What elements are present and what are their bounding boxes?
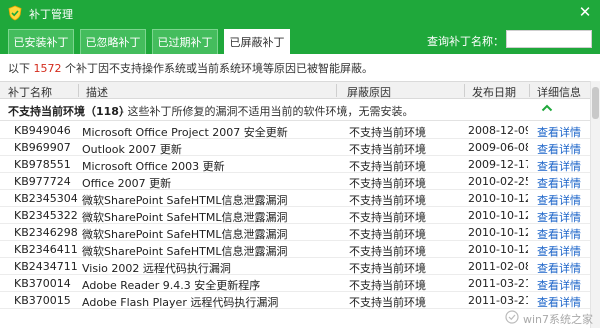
column-divider bbox=[78, 84, 79, 97]
patch-description: 微软SharePoint SafeHTML信息泄露漏洞 bbox=[82, 228, 288, 241]
table-row[interactable]: KB978551 Microsoft Office 2003 更新 不支持当前环境 2… bbox=[0, 156, 590, 173]
info-line: 以下 1572 个补丁因不支持操作系统或当前系统环境等原因已被智能屏蔽。 bbox=[8, 60, 373, 76]
release-date: 2009-12-17 bbox=[468, 158, 528, 171]
view-details-link[interactable]: 查看详情 bbox=[537, 192, 581, 208]
patch-id: KB969907 bbox=[14, 141, 71, 154]
group-title: 不支持当前环境（118） bbox=[8, 105, 130, 118]
table-row[interactable]: KB977724 Office 2007 更新 不支持当前环境 2010-02-25 查… bbox=[0, 173, 590, 190]
patch-id: KB2346411 bbox=[14, 243, 78, 256]
block-reason: 不支持当前环境 bbox=[349, 228, 426, 241]
patch-id: KB2345304 bbox=[14, 192, 78, 205]
patch-description: Adobe Flash Player 远程代码执行漏洞 bbox=[82, 296, 279, 309]
patch-id: KB2434711 bbox=[14, 260, 78, 273]
view-details-link[interactable]: 查看详情 bbox=[537, 175, 581, 191]
watermark-text: win7系统之家 bbox=[523, 313, 594, 326]
shield-icon bbox=[8, 5, 22, 21]
block-reason: 不支持当前环境 bbox=[349, 296, 426, 309]
view-details-link[interactable]: 查看详情 bbox=[537, 277, 581, 293]
column-divider bbox=[464, 84, 465, 97]
table-row[interactable]: KB2346298 微软SharePoint SafeHTML信息泄露漏洞 不支持当… bbox=[0, 224, 590, 241]
release-date: 2010-02-25 bbox=[468, 175, 528, 188]
view-details-link[interactable]: 查看详情 bbox=[537, 243, 581, 259]
block-reason: 不支持当前环境 bbox=[349, 143, 426, 156]
release-date: 2011-03-21 bbox=[468, 294, 528, 307]
view-details-link[interactable]: 查看详情 bbox=[537, 260, 581, 276]
patch-description: 微软SharePoint SafeHTML信息泄露漏洞 bbox=[82, 194, 288, 207]
table-row[interactable]: KB949046 Microsoft Office Project 2007 安全… bbox=[0, 122, 590, 139]
patch-id: KB978551 bbox=[14, 158, 71, 171]
patch-description: 微软SharePoint SafeHTML信息泄露漏洞 bbox=[82, 211, 288, 224]
table-row[interactable]: KB969907 Outlook 2007 更新 不支持当前环境 2009-06-08… bbox=[0, 139, 590, 156]
view-details-link[interactable]: 查看详情 bbox=[537, 226, 581, 242]
table-row[interactable]: KB2434711 Visio 2002 远程代码执行漏洞 不支持当前环境 2011-… bbox=[0, 258, 590, 275]
column-header-name[interactable]: 补丁名称 bbox=[8, 84, 52, 100]
watermark: win7系统之家 bbox=[503, 308, 595, 328]
patch-description: Microsoft Office 2003 更新 bbox=[82, 160, 225, 173]
view-details-link[interactable]: 查看详情 bbox=[537, 158, 581, 174]
release-date: 2010-10-12 bbox=[468, 226, 528, 239]
view-details-link[interactable]: 查看详情 bbox=[537, 124, 581, 140]
release-date: 2010-10-12 bbox=[468, 243, 528, 256]
release-date: 2010-10-12 bbox=[468, 209, 528, 222]
table-row[interactable]: KB370014 Adobe Reader 9.4.3 安全更新程序 不支持当前环境… bbox=[0, 275, 590, 292]
info-suffix: 个补丁因不支持操作系统或当前系统环境等原因已被智能屏蔽。 bbox=[65, 62, 373, 75]
patch-id: KB2346298 bbox=[14, 226, 78, 239]
table-header: 补丁名称 描述 屏蔽原因 发布日期 详细信息 bbox=[0, 81, 590, 99]
patch-id: KB370015 bbox=[14, 294, 71, 307]
tab-expired[interactable]: 已过期补丁 bbox=[152, 29, 218, 54]
scrollbar[interactable] bbox=[590, 81, 600, 328]
search-label: 查询补丁名称： bbox=[427, 35, 504, 48]
patch-id: KB2345322 bbox=[14, 209, 78, 222]
scrollbar-thumb[interactable] bbox=[592, 87, 599, 119]
patch-description: 微软SharePoint SafeHTML信息泄露漏洞 bbox=[82, 245, 288, 258]
release-date: 2011-03-21 bbox=[468, 277, 528, 290]
patch-description: Visio 2002 远程代码执行漏洞 bbox=[82, 262, 231, 275]
table-row[interactable]: KB2345322 微软SharePoint SafeHTML信息泄露漏洞 不支持当… bbox=[0, 207, 590, 224]
table-row[interactable]: KB2346411 微软SharePoint SafeHTML信息泄露漏洞 不支持当… bbox=[0, 241, 590, 258]
block-reason: 不支持当前环境 bbox=[349, 194, 426, 207]
patch-id: KB370014 bbox=[14, 277, 71, 290]
column-header-detail[interactable]: 详细信息 bbox=[537, 84, 581, 100]
block-reason: 不支持当前环境 bbox=[349, 177, 426, 190]
patch-description: Microsoft Office Project 2007 安全更新 bbox=[82, 126, 288, 139]
close-icon[interactable]: ✕ bbox=[576, 3, 594, 21]
tab-blocked[interactable]: 已屏蔽补丁 bbox=[224, 29, 290, 54]
table-row[interactable]: KB2345304 微软SharePoint SafeHTML信息泄露漏洞 不支持当… bbox=[0, 190, 590, 207]
patch-id: KB977724 bbox=[14, 175, 71, 188]
info-prefix: 以下 bbox=[8, 62, 30, 75]
table-row[interactable]: KB370015 Adobe Flash Player 远程代码执行漏洞 不支持当前… bbox=[0, 292, 590, 309]
block-reason: 不支持当前环境 bbox=[349, 211, 426, 224]
group-description: - 这些补丁所修复的漏洞不适用当前的软件环境，无需安装。 bbox=[120, 105, 414, 118]
release-date: 2010-10-12 bbox=[468, 192, 528, 205]
release-date: 2008-12-09 bbox=[468, 124, 528, 137]
patch-description: Office 2007 更新 bbox=[82, 177, 172, 190]
title-bar: 补丁管理 ✕ bbox=[0, 0, 600, 26]
view-details-link[interactable]: 查看详情 bbox=[537, 209, 581, 225]
column-divider bbox=[529, 84, 530, 97]
patch-id: KB949046 bbox=[14, 124, 71, 137]
group-header[interactable]: 不支持当前环境（118） - 这些补丁所修复的漏洞不适用当前的软件环境，无需安装… bbox=[0, 99, 590, 121]
blocked-count: 1572 bbox=[33, 62, 62, 75]
tab-ignored[interactable]: 已忽略补丁 bbox=[80, 29, 146, 54]
search-input[interactable] bbox=[506, 30, 592, 48]
watermark-logo-icon bbox=[505, 310, 519, 324]
patch-description: Adobe Reader 9.4.3 安全更新程序 bbox=[82, 279, 261, 292]
view-details-link[interactable]: 查看详情 bbox=[537, 141, 581, 157]
block-reason: 不支持当前环境 bbox=[349, 160, 426, 173]
block-reason: 不支持当前环境 bbox=[349, 279, 426, 292]
column-header-desc[interactable]: 描述 bbox=[86, 84, 108, 100]
chevron-up-icon[interactable] bbox=[540, 101, 554, 115]
release-date: 2009-06-08 bbox=[468, 141, 528, 154]
block-reason: 不支持当前环境 bbox=[349, 262, 426, 275]
patch-description: Outlook 2007 更新 bbox=[82, 143, 182, 156]
tab-installed[interactable]: 已安装补丁 bbox=[8, 29, 74, 54]
column-header-date[interactable]: 发布日期 bbox=[472, 84, 516, 100]
column-divider bbox=[336, 84, 337, 97]
column-header-reason[interactable]: 屏蔽原因 bbox=[347, 84, 391, 100]
release-date: 2011-02-08 bbox=[468, 260, 528, 273]
window-title: 补丁管理 bbox=[29, 8, 73, 21]
block-reason: 不支持当前环境 bbox=[349, 126, 426, 139]
block-reason: 不支持当前环境 bbox=[349, 245, 426, 258]
